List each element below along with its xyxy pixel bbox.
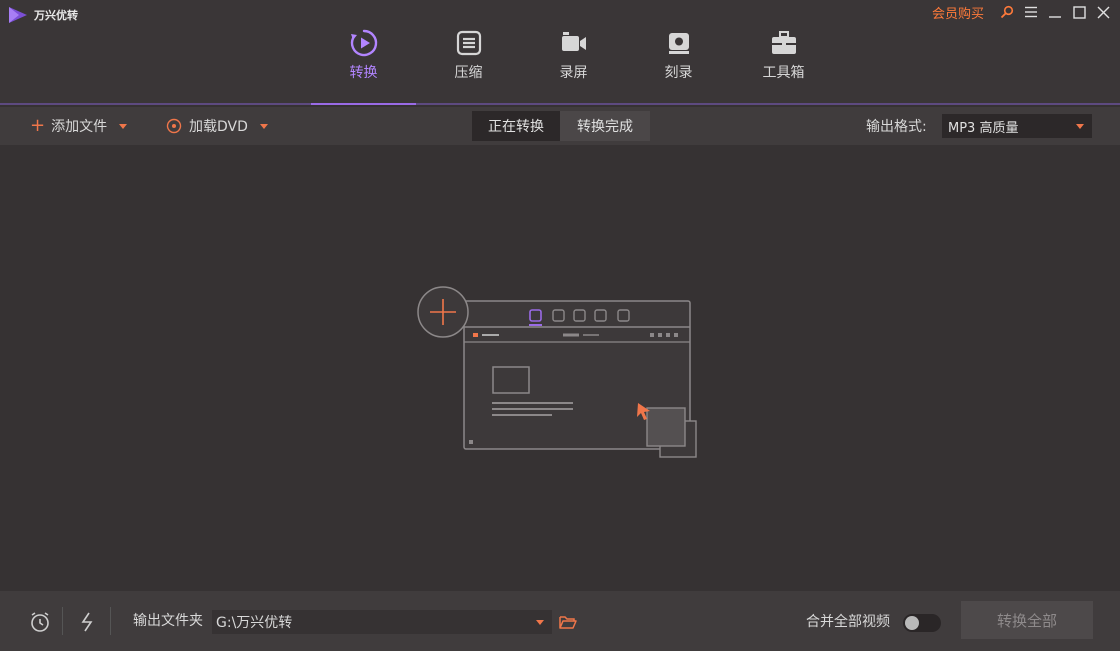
- add-files-illustration[interactable]: [416, 285, 706, 465]
- menu-icon[interactable]: [1020, 3, 1042, 21]
- add-file-button[interactable]: + 添加文件: [30, 107, 128, 145]
- lightning-icon[interactable]: [76, 611, 98, 633]
- output-format-select[interactable]: MP3 高质量: [942, 114, 1092, 138]
- chevron-down-icon: [536, 620, 544, 625]
- tab-convert-label: 转换: [349, 65, 378, 81]
- app-name: 万兴优转: [34, 9, 78, 22]
- dvd-icon: [166, 118, 182, 134]
- close-icon[interactable]: [1092, 3, 1114, 21]
- merge-videos-toggle[interactable]: [903, 614, 941, 632]
- toolbox-icon: [769, 28, 799, 58]
- divider: [110, 607, 111, 635]
- tab-compress[interactable]: 压缩: [416, 28, 521, 88]
- output-path-value: G:\万兴优转: [216, 615, 293, 631]
- tab-toolbox[interactable]: 工具箱: [731, 28, 836, 88]
- tab-burn[interactable]: 刻录: [626, 28, 731, 88]
- tab-converting[interactable]: 正在转换: [472, 111, 560, 141]
- vip-purchase-link[interactable]: 会员购买: [932, 3, 984, 22]
- tab-convert[interactable]: 转换: [311, 28, 416, 88]
- maximize-icon[interactable]: [1068, 3, 1090, 21]
- search-icon[interactable]: [996, 3, 1018, 21]
- tab-burn-label: 刻录: [664, 65, 693, 81]
- chevron-down-icon[interactable]: [259, 123, 268, 129]
- tab-record-label: 录屏: [559, 65, 588, 81]
- play-circle-icon: [349, 28, 379, 58]
- logo-icon: [9, 7, 27, 23]
- disc-icon: [664, 28, 694, 58]
- active-tab-indicator: [311, 103, 416, 105]
- output-format-label: 输出格式:: [866, 119, 927, 135]
- load-dvd-label: 加载DVD: [189, 119, 248, 135]
- folder-open-icon[interactable]: [558, 612, 578, 632]
- merge-videos-label: 合并全部视频: [806, 614, 890, 630]
- tab-record[interactable]: 录屏: [521, 28, 626, 88]
- app-logo: 万兴优转: [8, 6, 78, 24]
- file-drop-area[interactable]: [0, 145, 1120, 591]
- main-nav: 转换 压缩 录屏 刻录 工具箱: [311, 28, 836, 88]
- status-tabs: 正在转换 转换完成: [472, 111, 650, 141]
- minimize-icon[interactable]: [1044, 3, 1066, 21]
- chevron-down-icon: [1076, 124, 1084, 129]
- output-folder-label: 输出文件夹: [133, 613, 203, 629]
- chevron-down-icon[interactable]: [119, 123, 128, 129]
- tab-toolbox-label: 工具箱: [762, 65, 805, 81]
- compress-icon: [454, 28, 484, 58]
- output-format-value: MP3 高质量: [948, 120, 1019, 136]
- app-window: 万兴优转 会员购买 转换 压缩 录屏 刻录 工具箱 + 添加文件 加载DVD 正…: [0, 0, 1120, 651]
- window-controls: 会员购买: [932, 2, 1114, 22]
- tab-compress-label: 压缩: [454, 65, 483, 81]
- bottom-bar: 输出文件夹 G:\万兴优转 合并全部视频 转换全部: [0, 591, 1120, 651]
- toggle-knob: [905, 616, 919, 630]
- plus-icon: +: [30, 115, 46, 136]
- tab-finished[interactable]: 转换完成: [560, 111, 650, 141]
- convert-all-button[interactable]: 转换全部: [961, 601, 1093, 639]
- toolbar: + 添加文件 加载DVD 正在转换 转换完成 输出格式: MP3 高质量: [0, 107, 1120, 145]
- output-path-select[interactable]: G:\万兴优转: [212, 610, 552, 634]
- alarm-clock-icon[interactable]: [29, 611, 51, 633]
- load-dvd-button[interactable]: 加载DVD: [166, 107, 268, 145]
- header: 万兴优转 会员购买 转换 压缩 录屏 刻录 工具箱: [0, 0, 1120, 105]
- add-file-label: 添加文件: [51, 119, 108, 135]
- video-camera-icon: [559, 28, 589, 58]
- divider: [62, 607, 63, 635]
